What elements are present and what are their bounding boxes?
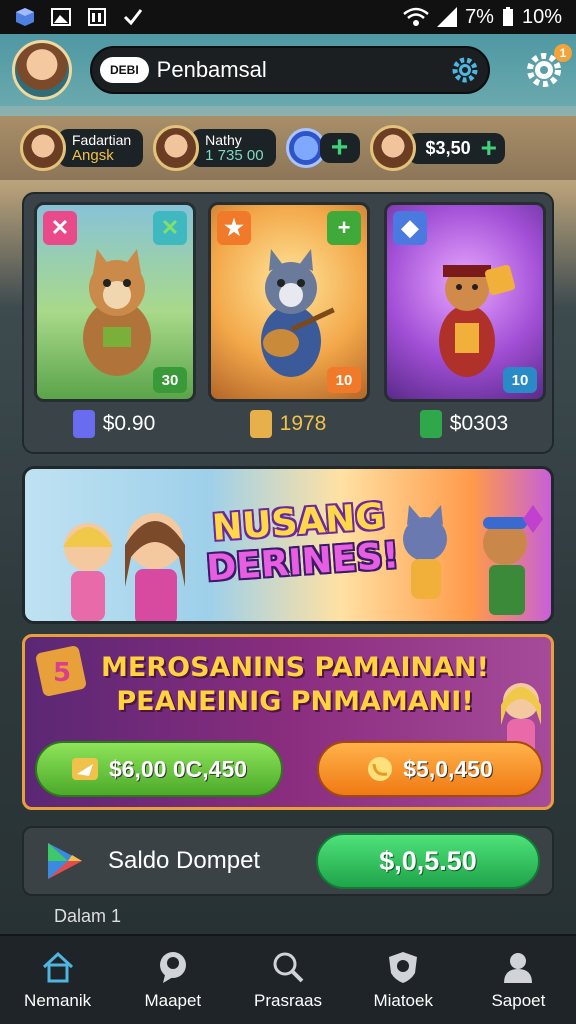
star-icon: ★ <box>217 211 251 245</box>
wallet-balance-button[interactable]: $,0,5.50 <box>316 833 540 889</box>
friend-item[interactable]: Nathy 1 735 00 <box>153 125 276 171</box>
friend-info: Nathy 1 735 00 <box>191 129 276 167</box>
nav-item-shield[interactable]: Miatoek <box>346 936 461 1024</box>
status-bar: 7% 10% <box>0 0 576 34</box>
drop-icon: ◆ <box>393 211 427 245</box>
nav-label: Prasraas <box>253 991 323 1010</box>
friend-item[interactable]: $3,50 + <box>369 125 505 171</box>
gem-icon <box>72 410 95 438</box>
promo-banner[interactable]: NUSANG DERINES! <box>22 466 554 624</box>
fox-character-icon <box>83 249 151 376</box>
nav-label: Nemanik <box>24 991 92 1010</box>
home-icon <box>42 951 73 983</box>
nav-label: Sapoet <box>491 991 546 1010</box>
game-card[interactable]: ★ + 10 <box>208 202 370 402</box>
picture-icon <box>51 8 71 26</box>
ticket-icon <box>419 410 442 438</box>
friend-info: Fadartian Angsk <box>58 129 144 167</box>
card-price-value: 1978 <box>279 412 327 435</box>
level-badge: 10 <box>503 367 537 393</box>
promo-line-1: MEROSANINS PAMAINAN! <box>101 652 489 683</box>
buy-orange-button[interactable]: $5,0,450 <box>317 741 543 797</box>
shield-icon <box>389 952 418 983</box>
gear-icon[interactable] <box>450 55 480 85</box>
wallet-amount: $,0,5.50 <box>379 845 477 876</box>
friend-value: 1 735 00 <box>205 147 264 164</box>
cube-icon <box>16 8 34 26</box>
friend-avatar <box>20 125 66 171</box>
check-icon <box>123 9 143 26</box>
promo-title: MEROSANINS PAMAINAN! PEANEINIG PNMAMANI! <box>65 651 525 719</box>
play-store-icon <box>48 843 82 879</box>
chat-icon <box>159 952 186 983</box>
friend-name: Fadartian <box>72 132 132 148</box>
profile-avatar[interactable] <box>12 40 72 100</box>
buy-green-label: $6,00 0C,450 <box>108 755 248 782</box>
cross-badge-icon: ✕ <box>153 211 187 245</box>
notification-badge: 1 <box>554 44 572 62</box>
girls-characters-icon <box>63 513 185 621</box>
bottom-nav: Nemanik Maapet Prasraas Miatoek Sapoet <box>0 934 576 1024</box>
card-price: 1978 <box>208 410 368 438</box>
wolf-guitar-character-icon <box>261 249 335 377</box>
app-logo: DEBI <box>100 57 149 83</box>
level-badge: 30 <box>153 367 187 393</box>
pirate-character-icon <box>439 264 516 377</box>
banner-title: NUSANG DERINES! <box>202 496 400 589</box>
app-header: DEBI Penbamsal 1 <box>0 34 576 106</box>
friend-item[interactable]: Fadartian Angsk <box>20 125 144 171</box>
friend-item[interactable]: + <box>285 128 360 168</box>
cards-panel: ✕ ✕ 30 $0.90 ★ + 10 1978 ◆ 10 $0303 <box>22 192 554 454</box>
buy-green-button[interactable]: $6,00 0C,450 <box>35 741 283 797</box>
battery-text: 10% <box>521 5 562 28</box>
wallet-label: Saldo Dompet <box>108 847 261 874</box>
calendar-icon <box>88 8 106 26</box>
wifi-icon <box>403 7 429 26</box>
plus-icon: + <box>330 131 349 164</box>
buy-orange-label: $5,0,450 <box>403 755 493 782</box>
friends-row: Fadartian Angsk Nathy 1 735 00 + $3,50 + <box>0 116 576 180</box>
card-price: $0303 <box>384 410 544 438</box>
coin-icon <box>249 410 272 438</box>
friend-name: Nathy <box>205 132 242 148</box>
promo-panel: 5 MEROSANINS PAMAINAN! PEANEINIG PNMAMAN… <box>22 634 554 810</box>
nav-item-search[interactable]: Prasraas <box>230 936 345 1024</box>
signal-icon <box>437 7 458 27</box>
battery-icon <box>502 7 513 26</box>
nav-item-profile[interactable]: Sapoet <box>461 936 576 1024</box>
nav-item-chat[interactable]: Maapet <box>115 936 230 1024</box>
friend-value: $3,50 <box>425 137 471 158</box>
cat-and-boy-characters-icon <box>403 505 543 615</box>
settings-button[interactable]: 1 <box>524 44 572 90</box>
friend-value: Angsk <box>72 147 114 164</box>
game-card[interactable]: ◆ 10 <box>384 202 546 402</box>
signal-text: 7% <box>465 5 494 28</box>
plus-icon[interactable]: + <box>481 134 497 162</box>
banana-coin-icon <box>368 757 393 781</box>
nav-item-home[interactable]: Nemanik <box>0 936 115 1024</box>
level-badge: 10 <box>327 367 361 393</box>
search-bar[interactable]: DEBI Penbamsal <box>90 46 490 94</box>
wallet-panel: Saldo Dompet $,0,5.50 <box>22 826 554 896</box>
card-price-value: $0.90 <box>102 412 156 435</box>
friend-cash: $3,50 + <box>407 132 505 164</box>
card-price-value: $0303 <box>449 412 509 435</box>
card-price: $0.90 <box>34 410 194 438</box>
close-icon[interactable]: ✕ <box>43 211 77 245</box>
user-icon <box>504 953 533 983</box>
peek-text: Dalam 1 <box>54 906 122 926</box>
friend-avatar <box>369 125 416 171</box>
nav-label: Maapet <box>144 991 202 1010</box>
search-icon <box>273 952 304 983</box>
nav-label: Miatoek <box>373 991 433 1010</box>
friend-avatar <box>153 125 200 171</box>
add-friend-button[interactable]: + <box>319 131 360 164</box>
header-title: Penbamsal <box>156 57 267 82</box>
plus-icon[interactable]: + <box>327 211 361 245</box>
game-card[interactable]: ✕ ✕ 30 <box>34 202 196 402</box>
plane-ticket-icon <box>71 758 98 780</box>
promo-line-2: PEANEINIG PNMAMANI! <box>116 686 474 717</box>
